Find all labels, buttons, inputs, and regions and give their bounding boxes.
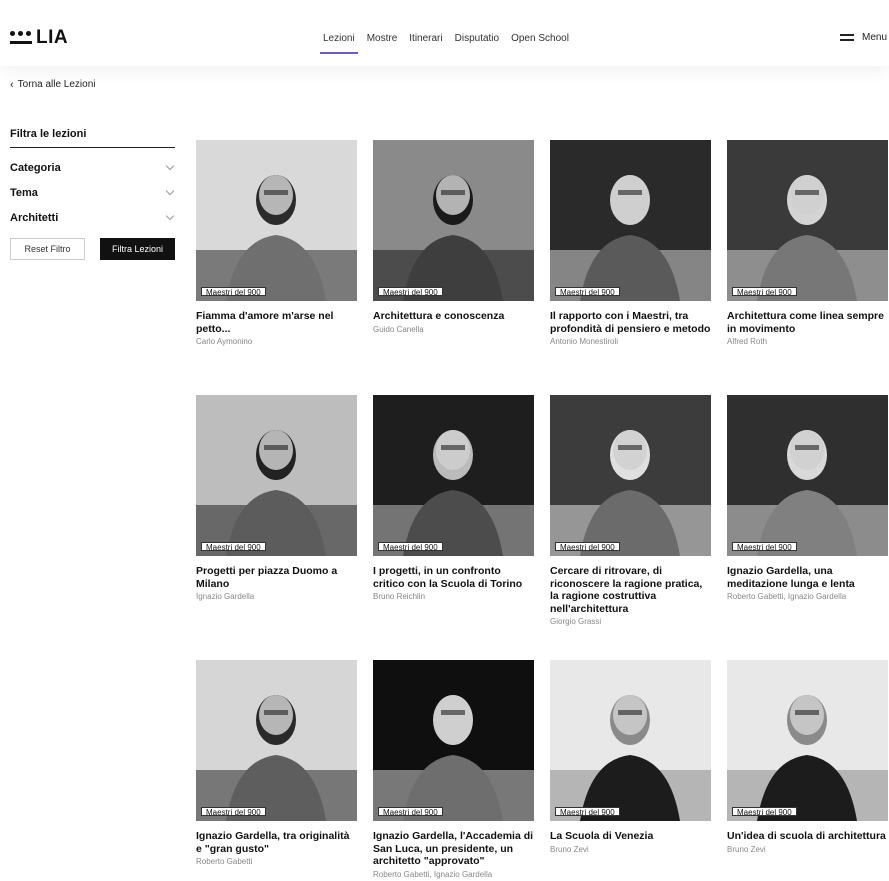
lesson-thumbnail[interactable]: Maestri del 900 — [727, 395, 888, 556]
lesson-author: Antonio Monestiroli — [550, 337, 619, 346]
logo[interactable]: LIA — [10, 28, 68, 48]
lesson-thumbnail[interactable]: Maestri del 900 — [373, 395, 534, 556]
lesson-title[interactable]: La Scuola di Venezia — [550, 830, 711, 843]
back-link[interactable]: ‹ Torna alle Lezioni — [10, 79, 96, 90]
category-badge: Maestri del 900 — [201, 807, 266, 817]
category-badge: Maestri del 900 — [732, 287, 797, 297]
lesson-author: Bruno Zevi — [727, 844, 766, 854]
lesson-card[interactable]: Maestri del 900 Architettura come linea s… — [727, 140, 888, 347]
filter-sidebar: Filtra le lezioni Categoria Tema Archite… — [10, 128, 175, 260]
lesson-author: Bruno Zevi — [550, 844, 589, 854]
lesson-thumbnail[interactable]: Maestri del 900 — [373, 140, 534, 301]
filter-label: Architetti — [10, 211, 59, 224]
chevron-left-icon: ‹ — [10, 78, 14, 91]
lesson-title[interactable]: Architettura e conoscenza — [373, 310, 534, 323]
filter-buttons: Reset Filtro Filtra Lezioni — [10, 238, 175, 260]
chevron-down-icon — [165, 161, 175, 171]
filter-label: Categoria — [10, 161, 61, 174]
lesson-card[interactable]: Maestri del 900 Progetti per piazza Duomo… — [196, 395, 357, 602]
lesson-card[interactable]: Maestri del 900 Fiamma d'amore m'arse nel… — [196, 140, 357, 347]
lesson-thumbnail[interactable]: Maestri del 900 — [196, 395, 357, 556]
menu-label: Menu — [861, 32, 887, 43]
lesson-thumbnail[interactable]: Maestri del 900 — [550, 660, 711, 821]
lesson-author: Alfred Roth — [727, 337, 768, 346]
filter-label: Tema — [10, 186, 38, 199]
lesson-title[interactable]: Progetti per piazza Duomo a Milano — [196, 565, 357, 590]
lesson-author: Bruno Reichlin — [373, 592, 426, 601]
reset-filter-button[interactable]: Reset Filtro — [10, 238, 85, 260]
filter-tema[interactable]: Tema — [10, 180, 175, 205]
chevron-down-icon — [165, 211, 175, 221]
lesson-author: Giorgio Grassi — [550, 617, 602, 626]
nav-item-itinerari[interactable]: Itinerari — [409, 33, 442, 51]
filter-architetti[interactable]: Architetti — [10, 205, 175, 230]
lesson-card[interactable]: Maestri del 900 Ignazio Gardella, una med… — [727, 395, 888, 602]
category-badge: Maestri del 900 — [201, 287, 266, 297]
back-link-label: Torna alle Lezioni — [17, 79, 96, 90]
lesson-card[interactable]: Maestri del 900 Ignazio Gardella, l'Accad… — [373, 660, 534, 880]
apply-filter-button[interactable]: Filtra Lezioni — [100, 238, 175, 260]
category-badge: Maestri del 900 — [555, 542, 620, 552]
lesson-author: Roberto Gabetti, Ignazio Gardella — [727, 592, 847, 601]
nav-item-mostre[interactable]: Mostre — [367, 33, 398, 51]
nav-item-lezioni[interactable]: Lezioni — [320, 33, 358, 54]
hamburger-icon — [839, 34, 854, 41]
lesson-thumbnail[interactable]: Maestri del 900 — [196, 660, 357, 821]
lesson-thumbnail[interactable]: Maestri del 900 — [550, 395, 711, 556]
category-badge: Maestri del 900 — [378, 287, 443, 297]
lesson-card[interactable]: Maestri del 900 Cercare di ritrovare, di … — [550, 395, 711, 627]
filter-title: Filtra le lezioni — [10, 128, 175, 148]
site-header: LIA Lezioni Mostre Itinerari Disputatio … — [0, 0, 889, 66]
category-badge: Maestri del 900 — [555, 287, 620, 297]
nav-item-disputatio[interactable]: Disputatio — [455, 33, 499, 51]
lesson-title[interactable]: Ignazio Gardella, una meditazione lunga … — [727, 565, 888, 590]
lesson-author: Roberto Gabetti — [196, 857, 253, 866]
lesson-author: Ignazio Gardella — [196, 592, 255, 601]
category-badge: Maestri del 900 — [732, 807, 797, 817]
lesson-thumbnail[interactable]: Maestri del 900 — [727, 660, 888, 821]
lesson-card[interactable]: Maestri del 900 Ignazio Gardella, tra ori… — [196, 660, 357, 867]
lesson-card[interactable]: Maestri del 900 I progetti, in un confron… — [373, 395, 534, 602]
nav-item-open-school[interactable]: Open School — [511, 33, 569, 51]
chevron-down-icon — [165, 186, 175, 196]
category-badge: Maestri del 900 — [378, 807, 443, 817]
lesson-title[interactable]: Ignazio Gardella, tra originalità e "gra… — [196, 830, 357, 855]
lesson-title[interactable]: Fiamma d'amore m'arse nel petto... — [196, 310, 357, 335]
lesson-card[interactable]: Maestri del 900 La Scuola di Venezia Bruno… — [550, 660, 711, 855]
lesson-author: Carlo Aymonino — [196, 337, 253, 346]
category-badge: Maestri del 900 — [378, 542, 443, 552]
lesson-card[interactable]: Maestri del 900 Un'idea di scuola di arch… — [727, 660, 888, 855]
category-badge: Maestri del 900 — [201, 542, 266, 552]
main-nav: Lezioni Mostre Itinerari Disputatio Open… — [320, 33, 581, 54]
lesson-author: Roberto Gabetti, Ignazio Gardella — [373, 869, 493, 879]
category-badge: Maestri del 900 — [732, 542, 797, 552]
logo-mark-icon — [10, 31, 32, 45]
category-badge: Maestri del 900 — [555, 807, 620, 817]
lesson-title[interactable]: Ignazio Gardella, l'Accademia di San Luc… — [373, 830, 534, 868]
lesson-title[interactable]: Architettura come linea sempre in movime… — [727, 310, 888, 335]
lesson-thumbnail[interactable]: Maestri del 900 — [550, 140, 711, 301]
lesson-thumbnail[interactable]: Maestri del 900 — [196, 140, 357, 301]
lesson-title[interactable]: Cercare di ritrovare, di riconoscere la … — [550, 565, 711, 615]
lesson-author: Guido Canella — [373, 324, 424, 334]
filter-categoria[interactable]: Categoria — [10, 155, 175, 180]
menu-button[interactable]: Menu — [839, 32, 887, 43]
lesson-thumbnail[interactable]: Maestri del 900 — [373, 660, 534, 821]
logo-text: LIA — [36, 27, 69, 48]
lesson-title[interactable]: Il rapporto con i Maestri, tra profondit… — [550, 310, 711, 335]
lesson-card[interactable]: Maestri del 900 Architettura e conoscenza… — [373, 140, 534, 335]
lesson-card[interactable]: Maestri del 900 Il rapporto con i Maestri… — [550, 140, 711, 347]
lesson-title[interactable]: I progetti, in un confronto critico con … — [373, 565, 534, 590]
lesson-thumbnail[interactable]: Maestri del 900 — [727, 140, 888, 301]
lesson-title[interactable]: Un'idea di scuola di architettura — [727, 830, 888, 843]
